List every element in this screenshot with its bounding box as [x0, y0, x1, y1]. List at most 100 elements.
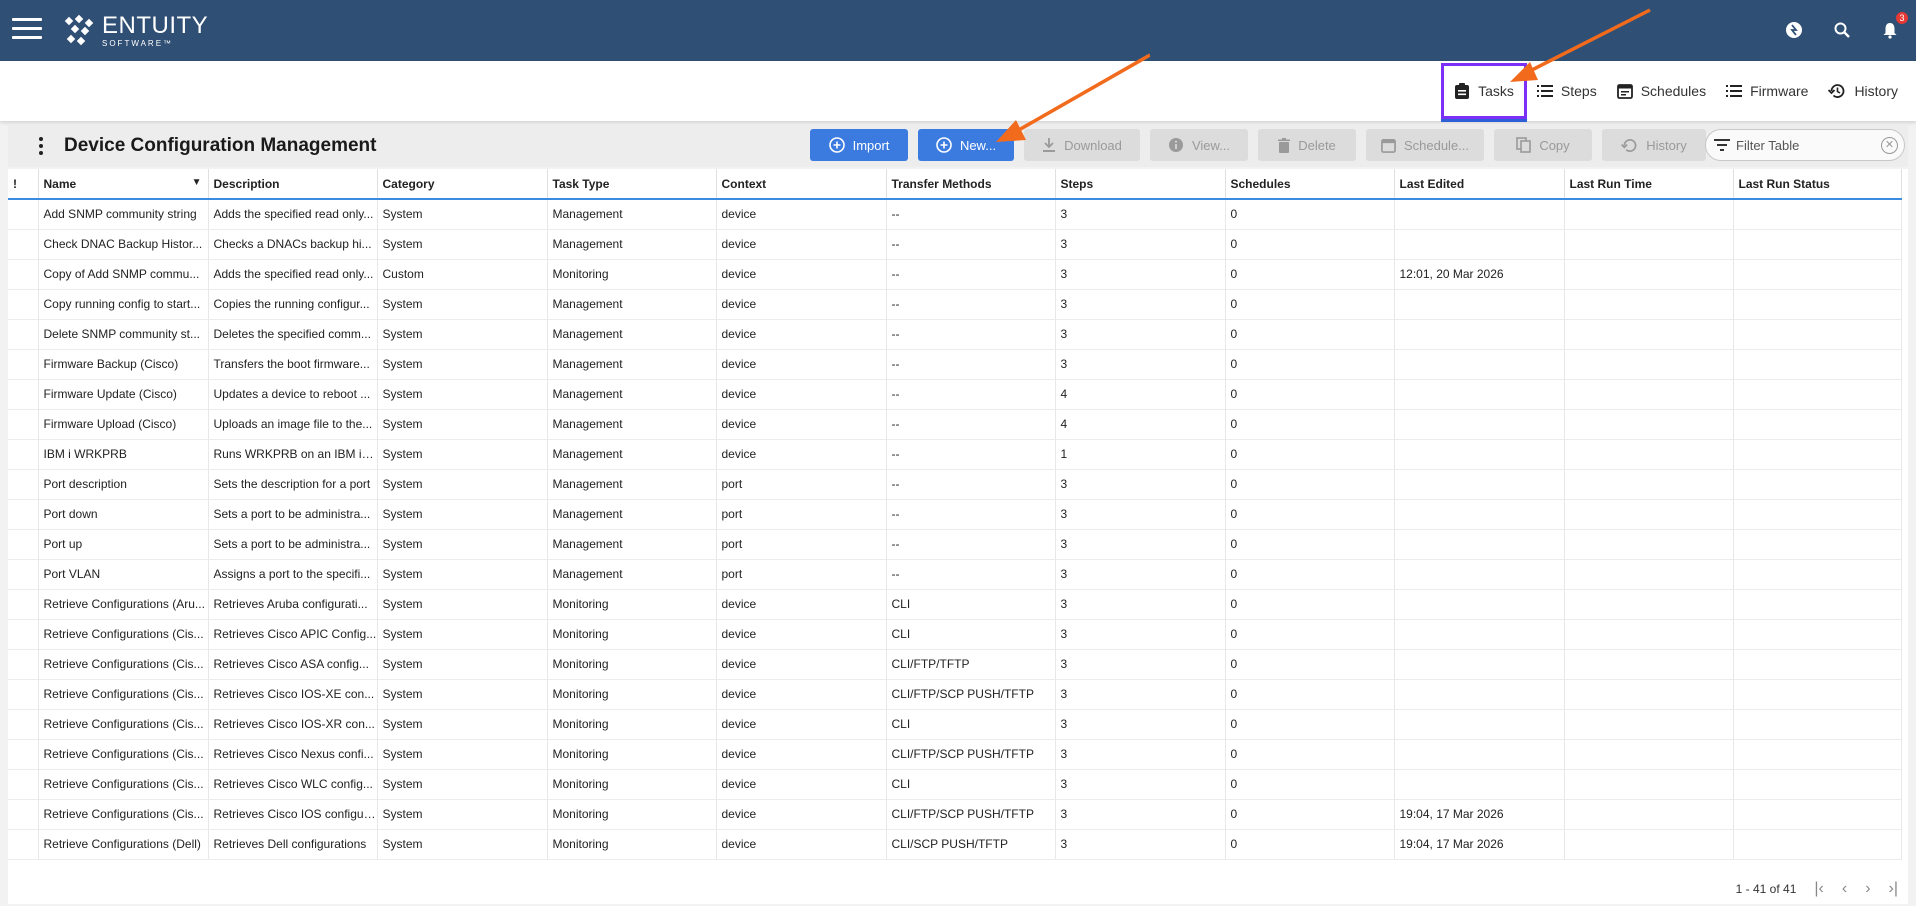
column-header-name[interactable]: Name ▼: [38, 169, 209, 200]
previous-page-icon[interactable]: ‹: [1842, 880, 1847, 898]
table-row[interactable]: Retrieve Configurations (Cis... Retrieves…: [8, 679, 1902, 710]
table-row[interactable]: Port up Sets a port to be administra... Sy…: [8, 529, 1902, 560]
table-row[interactable]: Delete SNMP community st... Deletes the s…: [8, 319, 1902, 350]
tab-steps[interactable]: Steps: [1527, 61, 1607, 121]
cell-transfer-methods: --: [886, 259, 1056, 290]
table-row[interactable]: Copy running config to start... Copies th…: [8, 289, 1902, 320]
history-button[interactable]: History: [1602, 129, 1706, 161]
column-header-steps[interactable]: Steps: [1055, 169, 1226, 200]
tab-history[interactable]: History: [1818, 61, 1908, 121]
cell-name: Copy running config to start...: [38, 289, 209, 320]
cell-flag: [8, 199, 39, 230]
column-header-last-run-status[interactable]: Last Run Status: [1733, 169, 1902, 200]
cell-description: Retrieves Cisco ASA config...: [208, 649, 378, 680]
table-row[interactable]: Retrieve Configurations (Cis... Retrieves…: [8, 619, 1902, 650]
table-row[interactable]: Retrieve Configurations (Cis... Retrieves…: [8, 769, 1902, 800]
view-button[interactable]: View...: [1150, 129, 1248, 161]
table-row[interactable]: Check DNAC Backup Histor... Checks a DNAC…: [8, 229, 1902, 260]
column-header-description[interactable]: Description: [208, 169, 378, 200]
column-header-label: Description: [213, 176, 280, 191]
cell-description: Adds the specified read only...: [208, 199, 378, 230]
table-row[interactable]: Retrieve Configurations (Aru... Retrieves…: [8, 589, 1902, 620]
cell-flag: [8, 259, 39, 290]
notifications-icon[interactable]: 3: [1878, 12, 1908, 42]
cell-last-run-time: [1564, 199, 1734, 230]
cell-category: System: [377, 799, 548, 830]
cell-name: Port VLAN: [38, 559, 209, 590]
column-header-last-run-time[interactable]: Last Run Time: [1564, 169, 1734, 200]
download-button[interactable]: Download: [1024, 129, 1140, 161]
cell-last-edited: [1394, 589, 1565, 620]
cell-context: port: [716, 499, 887, 530]
table-row[interactable]: Retrieve Configurations (Cis... Retrieves…: [8, 739, 1902, 770]
search-icon[interactable]: [1830, 18, 1854, 42]
sort-descending-icon[interactable]: ▼: [192, 177, 202, 188]
cell-last-run-status: [1733, 619, 1902, 650]
tab-tasks[interactable]: Tasks: [1441, 63, 1527, 122]
cell-task-type: Management: [547, 199, 717, 230]
table-row[interactable]: Copy of Add SNMP commu... Adds the specif…: [8, 259, 1902, 290]
column-header-context[interactable]: Context: [716, 169, 887, 200]
import-button[interactable]: Import: [810, 129, 908, 161]
status-icon[interactable]: [1782, 18, 1806, 42]
table-row[interactable]: IBM i WRKPRB Runs WRKPRB on an IBM i d...…: [8, 439, 1902, 470]
table-row[interactable]: Retrieve Configurations (Cis... Retrieves…: [8, 799, 1902, 830]
first-page-icon[interactable]: |‹: [1814, 880, 1823, 898]
cell-name: Retrieve Configurations (Aru...: [38, 589, 209, 620]
table-row[interactable]: Add SNMP community string Adds the specif…: [8, 199, 1902, 230]
schedule-button[interactable]: Schedule...: [1366, 129, 1484, 161]
cell-last-run-status: [1733, 379, 1902, 410]
cell-context: device: [716, 409, 887, 440]
table-row[interactable]: Firmware Backup (Cisco) Transfers the boo…: [8, 349, 1902, 380]
cell-context: port: [716, 559, 887, 590]
column-header-label: Last Run Status: [1738, 176, 1830, 191]
cell-last-edited: [1394, 289, 1565, 320]
table-row[interactable]: Firmware Upload (Cisco) Uploads an image …: [8, 409, 1902, 440]
column-header-last-edited[interactable]: Last Edited: [1394, 169, 1565, 200]
cell-task-type: Management: [547, 229, 717, 260]
cell-task-type: Management: [547, 439, 717, 470]
cell-flag: [8, 589, 39, 620]
cell-description: Runs WRKPRB on an IBM i d...: [208, 439, 378, 470]
column-header-transfer-methods[interactable]: Transfer Methods: [886, 169, 1056, 200]
column-header-category[interactable]: Category: [377, 169, 548, 200]
cell-transfer-methods: CLI: [886, 769, 1056, 800]
cell-context: device: [716, 739, 887, 770]
column-header-task-type[interactable]: Task Type: [547, 169, 717, 200]
next-page-icon[interactable]: ›: [1865, 880, 1870, 898]
menu-icon[interactable]: [12, 18, 42, 42]
tab-firmware[interactable]: Firmware: [1716, 61, 1818, 121]
list-icon: [1726, 85, 1743, 97]
cell-transfer-methods: --: [886, 409, 1056, 440]
table-row[interactable]: Port VLAN Assigns a port to the specifi..…: [8, 559, 1902, 590]
cell-steps: 3: [1055, 529, 1226, 560]
clear-filter-icon[interactable]: ✕: [1881, 137, 1898, 154]
cell-steps: 3: [1055, 559, 1226, 590]
table-row[interactable]: Retrieve Configurations (Cis... Retrieves…: [8, 649, 1902, 680]
table-row[interactable]: Retrieve Configurations (Dell) Retrieves …: [8, 829, 1902, 860]
new-button[interactable]: New...: [918, 129, 1014, 161]
column-header-schedules[interactable]: Schedules: [1225, 169, 1395, 200]
table-row[interactable]: Port down Sets a port to be administra...…: [8, 499, 1902, 530]
history-label: History: [1646, 137, 1687, 153]
cell-schedules: 0: [1225, 379, 1395, 410]
cell-last-run-status: [1733, 349, 1902, 380]
table-row[interactable]: Retrieve Configurations (Cis... Retrieves…: [8, 709, 1902, 740]
table-row[interactable]: Firmware Update (Cisco) Updates a device …: [8, 379, 1902, 410]
cell-name: Firmware Update (Cisco): [38, 379, 209, 410]
more-options-icon[interactable]: [28, 137, 54, 155]
cell-description: Retrieves Cisco IOS-XE con...: [208, 679, 378, 710]
delete-button[interactable]: Delete: [1258, 129, 1356, 161]
cell-description: Deletes the specified comm...: [208, 319, 378, 350]
cell-flag: [8, 409, 39, 440]
last-page-icon[interactable]: ›|: [1889, 880, 1898, 898]
cell-last-edited: [1394, 619, 1565, 650]
cell-context: device: [716, 259, 887, 290]
cell-last-run-status: [1733, 499, 1902, 530]
table-row[interactable]: Port description Sets the description for…: [8, 469, 1902, 500]
copy-button[interactable]: Copy: [1494, 129, 1592, 161]
filter-table-input[interactable]: Filter Table ✕: [1705, 129, 1905, 161]
tab-schedules[interactable]: Schedules: [1607, 61, 1716, 121]
pagination: 1 - 41 of 41 |‹ ‹ › ›|: [1736, 880, 1898, 898]
column-header-flag[interactable]: !: [8, 169, 39, 200]
